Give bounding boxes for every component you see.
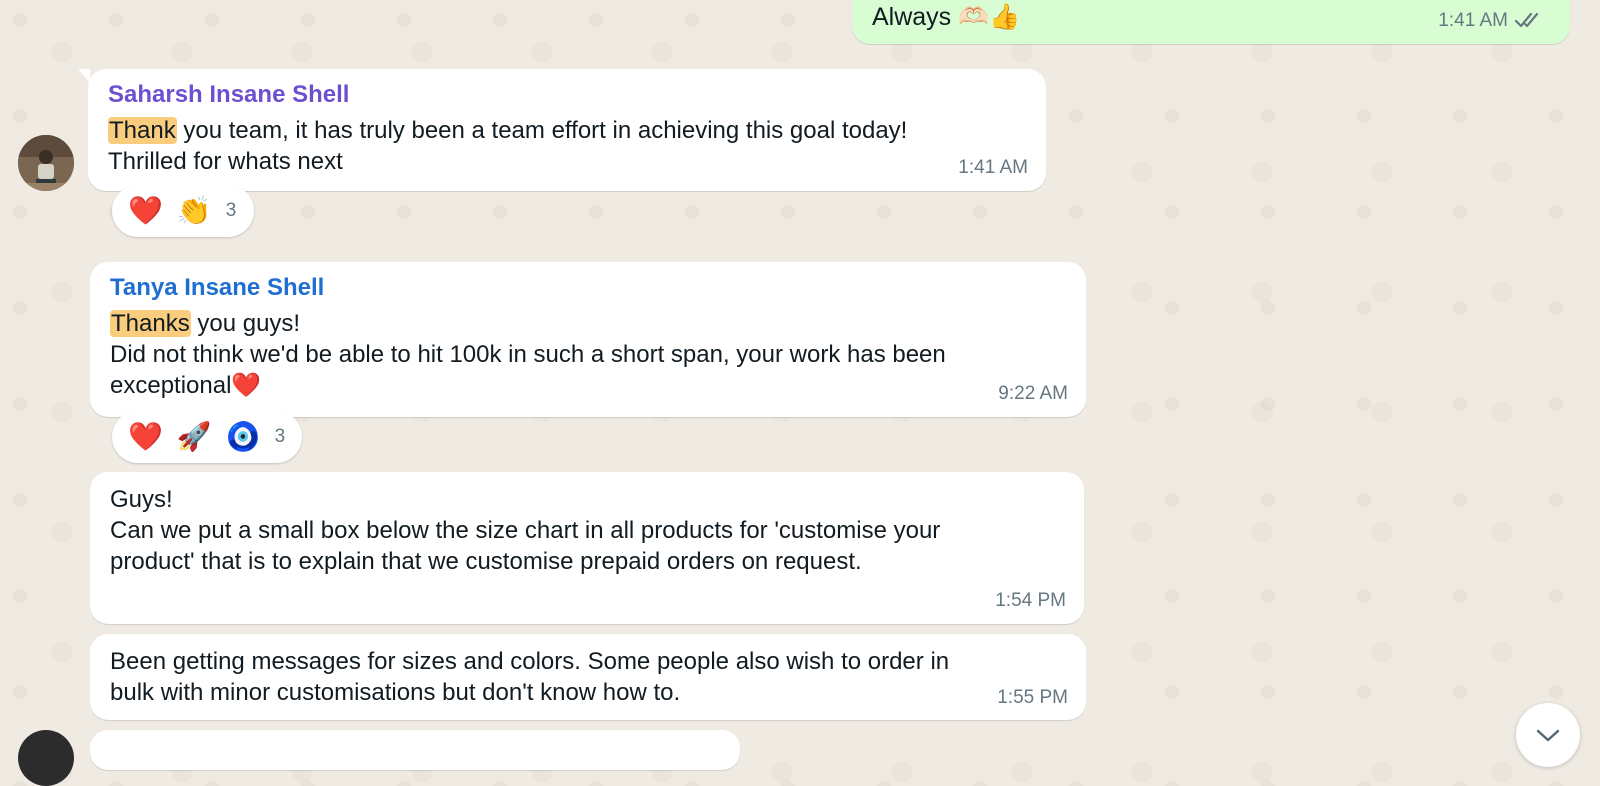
avatar[interactable] xyxy=(18,730,74,786)
outgoing-message[interactable]: Always 🫶🏻👍 1:41 AM xyxy=(852,0,1570,44)
search-highlight: Thank xyxy=(108,117,177,144)
incoming-message[interactable]: Saharsh Insane Shell Thank you team, it … xyxy=(78,69,1046,191)
incoming-message[interactable] xyxy=(90,730,740,770)
message-time: 9:22 AM xyxy=(998,383,1068,404)
scroll-to-bottom-button[interactable] xyxy=(1516,703,1580,767)
message-text: Thank you team, it has truly been a team… xyxy=(108,117,908,175)
message-time: 1:41 AM xyxy=(1438,10,1508,31)
message-time: 1:54 PM xyxy=(995,590,1066,611)
sender-name[interactable]: Tanya Insane Shell xyxy=(110,274,324,302)
reactions-bar[interactable]: ❤️ 🚀 🧿 3 xyxy=(112,411,302,463)
message-text: Been getting messages for sizes and colo… xyxy=(110,648,950,706)
search-highlight: Thanks xyxy=(110,310,191,337)
incoming-message[interactable]: Been getting messages for sizes and colo… xyxy=(90,634,1086,720)
incoming-message[interactable]: Tanya Insane Shell Thanks you guys! Did … xyxy=(90,262,1086,417)
double-check-icon xyxy=(1514,10,1542,35)
message-time: 1:55 PM xyxy=(997,687,1068,708)
rocket-reaction: 🚀 xyxy=(176,421,212,452)
sender-name[interactable]: Saharsh Insane Shell xyxy=(108,81,349,109)
reaction-count: 3 xyxy=(225,200,237,221)
message-text: Thanks you guys! Did not think we'd be a… xyxy=(110,310,946,399)
heart-reaction: ❤️ xyxy=(128,421,163,452)
clap-reaction: 👏 xyxy=(176,195,212,226)
nazar-amulet-reaction: 🧿 xyxy=(225,421,261,452)
chevron-down-icon xyxy=(1535,728,1561,749)
incoming-message[interactable]: Guys! Can we put a small box below the s… xyxy=(90,472,1084,624)
message-text: Guys! Can we put a small box below the s… xyxy=(110,486,941,575)
heart-reaction: ❤️ xyxy=(128,195,163,226)
message-time: 1:41 AM xyxy=(958,157,1028,178)
reaction-count: 3 xyxy=(274,426,286,447)
avatar[interactable] xyxy=(18,135,74,191)
message-text: Always 🫶🏻👍 xyxy=(872,3,1021,31)
reactions-bar[interactable]: ❤️ 👏 3 xyxy=(112,185,254,237)
